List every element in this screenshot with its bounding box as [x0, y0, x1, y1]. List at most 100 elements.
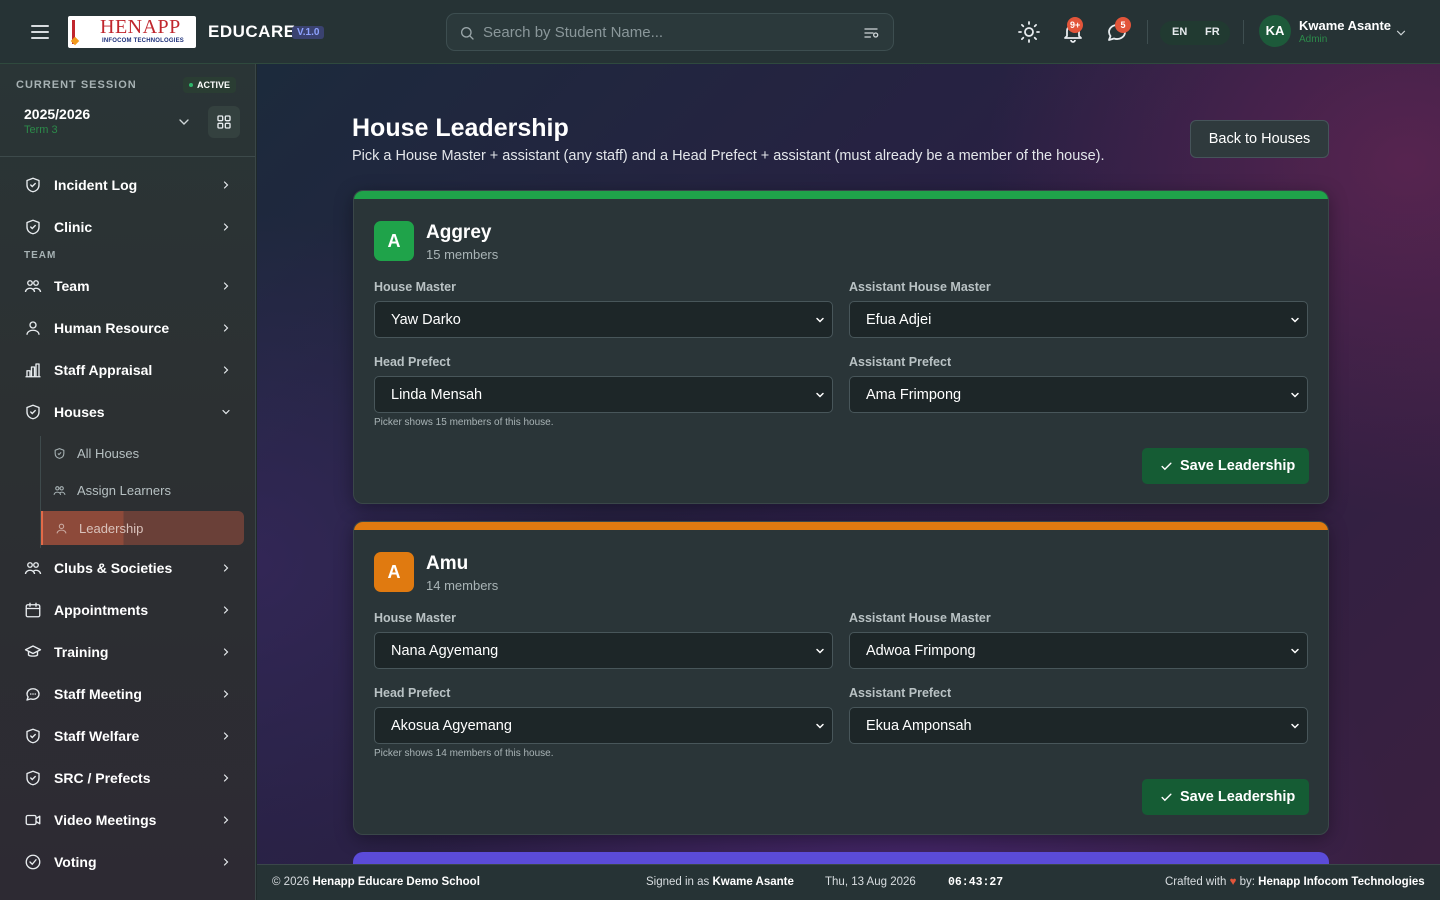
- sidebar-item-label: Training: [54, 644, 109, 660]
- sidebar-subitem-all-houses[interactable]: All Houses: [41, 436, 244, 470]
- user-icon: [56, 523, 67, 534]
- chevron-down-icon: [1291, 392, 1299, 398]
- head-prefect-select[interactable]: Akosua Agyemang: [374, 707, 833, 744]
- house-member-count: 15 members: [426, 247, 499, 262]
- assistant-prefect-select[interactable]: Ekua Amponsah: [849, 707, 1308, 744]
- sidebar-subitem-label: Assign Learners: [77, 483, 171, 498]
- sidebar-item-incident-log[interactable]: Incident Log: [16, 167, 240, 203]
- sidebar-item-voting[interactable]: Voting: [16, 844, 240, 880]
- shield-icon: [26, 177, 40, 193]
- chevron-down-icon: [1291, 648, 1299, 654]
- picker-hint: Picker shows 14 members of this house.: [374, 748, 554, 759]
- house-master-label: House Master: [374, 280, 456, 294]
- sidebar-item-src-prefects[interactable]: SRC / Prefects: [16, 760, 240, 796]
- sidebar-item-staff-appraisal[interactable]: Staff Appraisal: [16, 352, 240, 388]
- divider: [1243, 20, 1244, 44]
- save-leadership-button[interactable]: Save Leadership: [1142, 448, 1309, 484]
- sidebar-item-label: Staff Welfare: [54, 728, 140, 744]
- footer-signed-in: Signed in as Kwame Asante: [646, 876, 794, 888]
- user-avatar[interactable]: KA: [1259, 15, 1291, 47]
- user-icon: [26, 321, 40, 335]
- footer-clock: 06:43:27: [948, 876, 1004, 889]
- video-icon: [25, 814, 41, 826]
- select-value: Adwoa Frimpong: [866, 643, 976, 659]
- sidebar-item-staff-welfare[interactable]: Staff Welfare: [16, 718, 240, 754]
- chevron-right-icon: [223, 774, 229, 782]
- save-leadership-button[interactable]: Save Leadership: [1142, 779, 1309, 815]
- sidebar-item-clubs-societies[interactable]: Clubs & Societies: [16, 550, 240, 586]
- sidebar-item-label: Appointments: [54, 602, 149, 618]
- select-value: Efua Adjei: [866, 312, 932, 328]
- house-master-select[interactable]: Yaw Darko: [374, 301, 833, 338]
- footer: © 2026 Henapp Educare Demo School Signed…: [257, 864, 1440, 900]
- shield-icon: [26, 770, 40, 786]
- assistant-prefect-label: Assistant Prefect: [849, 686, 952, 700]
- session-status-badge: ACTIVE: [183, 77, 237, 93]
- search-bar[interactable]: [446, 13, 894, 51]
- house-master-select[interactable]: Nana Agyemang: [374, 632, 833, 669]
- footer-company[interactable]: Henapp Infocom Technologies: [1258, 876, 1425, 888]
- top-bar: HENAPP INFOCOM TECHNOLOGIES EDUCARE V.1.…: [0, 0, 1440, 64]
- select-value: Yaw Darko: [391, 312, 461, 328]
- chevron-right-icon: [223, 366, 229, 374]
- apps-grid-button[interactable]: [208, 106, 240, 138]
- sidebar-subitem-label: All Houses: [77, 446, 140, 461]
- footer-credits: Crafted with ♥ by: Henapp Infocom Techno…: [1165, 876, 1425, 888]
- grid-icon: [217, 115, 231, 129]
- sidebar-item-label: Video Meetings: [54, 812, 157, 828]
- user-name[interactable]: Kwame Asante: [1299, 18, 1391, 33]
- sidebar-subitem-assign-learners[interactable]: Assign Learners: [41, 473, 244, 507]
- head-prefect-label: Head Prefect: [374, 686, 451, 700]
- assistant-house-master-select[interactable]: Adwoa Frimpong: [849, 632, 1308, 669]
- sidebar-item-human-resource[interactable]: Human Resource: [16, 310, 240, 346]
- messages-badge: 5: [1115, 17, 1131, 33]
- sidebar-item-team[interactable]: Team: [16, 268, 240, 304]
- search-input[interactable]: [483, 14, 853, 50]
- sidebar-item-training[interactable]: Training: [16, 634, 240, 670]
- company-logo[interactable]: HENAPP INFOCOM TECHNOLOGIES: [68, 16, 196, 48]
- chevron-down-icon: [816, 648, 824, 654]
- people-icon: [24, 562, 42, 575]
- sidebar-item-video-meetings[interactable]: Video Meetings: [16, 802, 240, 838]
- sidebar-item-clinic[interactable]: Clinic: [16, 209, 240, 245]
- filter-icon[interactable]: [863, 25, 879, 41]
- check-icon: [1161, 462, 1172, 471]
- sidebar-item-appointments[interactable]: Appointments: [16, 592, 240, 628]
- assistant-prefect-label: Assistant Prefect: [849, 355, 952, 369]
- page-subtitle: Pick a House Master + assistant (any sta…: [352, 148, 1105, 164]
- sidebar-subitem-leadership[interactable]: Leadership: [41, 511, 244, 545]
- select-value: Akosua Agyemang: [391, 718, 512, 734]
- house-initial-badge: A: [374, 221, 414, 261]
- session-chevron-down-icon[interactable]: [176, 114, 192, 130]
- theme-toggle-sun-icon[interactable]: [1017, 20, 1041, 44]
- menu-icon[interactable]: [28, 20, 52, 44]
- chevron-right-icon: [223, 223, 229, 231]
- house-card-amu: A Amu 14 members House Master Nana Agyem…: [353, 521, 1329, 835]
- select-value: Nana Agyemang: [391, 643, 499, 659]
- user-role: Admin: [1299, 34, 1328, 45]
- chevron-down-icon: [816, 317, 824, 323]
- chevron-down-icon: [816, 392, 824, 398]
- chevron-right-icon: [223, 816, 229, 824]
- picker-hint: Picker shows 15 members of this house.: [374, 417, 554, 428]
- people-icon: [53, 486, 66, 495]
- language-switcher: EN FR: [1160, 21, 1230, 45]
- graduation-icon: [24, 645, 42, 657]
- divider: [0, 156, 255, 157]
- chevron-down-icon[interactable]: [1394, 26, 1408, 40]
- heart-icon: ♥: [1229, 876, 1237, 888]
- sidebar-item-houses[interactable]: Houses: [16, 394, 240, 430]
- assistant-house-master-select[interactable]: Efua Adjei: [849, 301, 1308, 338]
- assistant-prefect-select[interactable]: Ama Frimpong: [849, 376, 1308, 413]
- session-year[interactable]: 2025/2026: [24, 106, 90, 122]
- lang-fr-button[interactable]: FR: [1205, 26, 1220, 38]
- head-prefect-select[interactable]: Linda Mensah: [374, 376, 833, 413]
- save-label: Save Leadership: [1180, 789, 1296, 805]
- lang-en-button[interactable]: EN: [1172, 26, 1187, 38]
- house-initial-badge: A: [374, 552, 414, 592]
- select-value: Linda Mensah: [391, 387, 483, 403]
- sidebar-item-label: SRC / Prefects: [54, 770, 151, 786]
- back-to-houses-button[interactable]: Back to Houses: [1190, 120, 1329, 158]
- sidebar-item-staff-meeting[interactable]: Staff Meeting: [16, 676, 240, 712]
- chevron-right-icon: [223, 858, 229, 866]
